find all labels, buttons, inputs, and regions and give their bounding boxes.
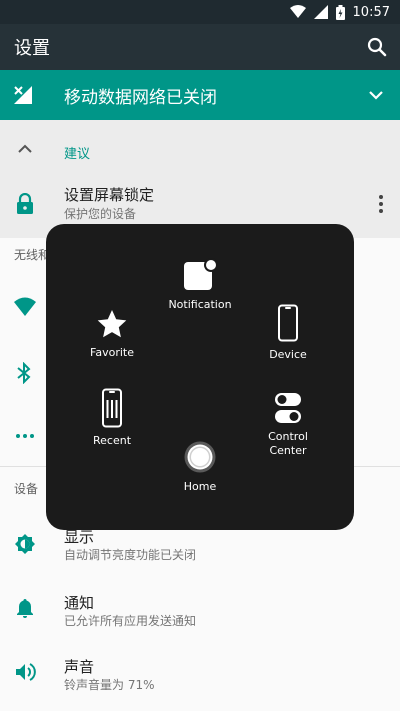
wireless-category: 无线和 — [14, 248, 51, 262]
recent-apps-icon — [102, 388, 122, 428]
bluetooth-icon[interactable] — [14, 362, 34, 384]
mobile-data-banner[interactable]: 移动数据网络已关闭 — [0, 70, 400, 120]
lock-icon — [17, 193, 33, 214]
notification-icon — [184, 258, 218, 290]
status-time: 10:57 — [352, 4, 390, 20]
assistive-touch-menu: Notification Favorite Device Recent Cont… — [46, 224, 354, 530]
recent-button[interactable]: Recent — [74, 388, 150, 448]
home-circle-icon — [184, 441, 216, 473]
notification-button[interactable]: Notification — [160, 258, 240, 312]
search-icon[interactable] — [366, 36, 388, 58]
suggestions-header[interactable]: 建议 — [0, 120, 400, 176]
suggestions-section: 建议 设置屏幕锁定 保护您的设备 — [0, 120, 400, 238]
star-icon — [97, 310, 127, 338]
chevron-up-icon[interactable] — [18, 144, 32, 154]
volume-icon — [16, 663, 36, 681]
mobile-data-off-icon — [14, 86, 32, 104]
app-bar: 设置 — [0, 24, 400, 70]
control-center-label: Control Center — [268, 430, 308, 457]
device-category: 设备 — [14, 482, 39, 496]
suggestion-subtitle: 保护您的设备 — [64, 207, 137, 221]
wifi-setting-icon[interactable] — [14, 296, 36, 318]
device-button[interactable]: Device — [250, 304, 326, 362]
status-bar: 10:57 — [0, 0, 400, 24]
notification-setting-row[interactable]: 通知 已允许所有应用发送通知 — [0, 586, 400, 636]
wifi-icon — [289, 5, 306, 18]
toggle-icon — [275, 393, 301, 423]
suggestion-title: 设置屏幕锁定 — [64, 186, 155, 204]
notification-title: 通知 — [64, 594, 95, 612]
more-horiz-icon[interactable] — [14, 428, 36, 444]
page-title: 设置 — [14, 38, 50, 59]
sound-subtitle: 铃声音量为 71% — [64, 678, 155, 692]
notification-label: Notification — [168, 298, 232, 311]
home-label: Home — [183, 480, 217, 493]
more-vert-icon[interactable] — [378, 194, 384, 214]
home-button[interactable]: Home — [160, 440, 240, 494]
brightness-icon — [15, 534, 35, 554]
recent-label: Recent — [92, 434, 132, 447]
device-label: Device — [269, 348, 307, 361]
suggestions-title: 建议 — [64, 147, 91, 162]
battery-icon — [335, 4, 345, 20]
phone-icon — [278, 304, 298, 342]
sound-setting-row[interactable]: 声音 铃声音量为 71% — [0, 652, 400, 702]
chevron-down-icon[interactable] — [368, 87, 384, 103]
favorite-label: Favorite — [90, 346, 134, 359]
favorite-button[interactable]: Favorite — [74, 308, 150, 360]
control-center-button[interactable]: Control Center — [250, 392, 326, 458]
notification-subtitle: 已允许所有应用发送通知 — [64, 614, 197, 628]
sound-title: 声音 — [64, 658, 95, 676]
banner-text: 移动数据网络已关闭 — [64, 88, 217, 108]
display-subtitle: 自动调节亮度功能已关闭 — [64, 548, 197, 562]
bell-icon — [17, 599, 33, 618]
signal-icon — [313, 5, 328, 19]
